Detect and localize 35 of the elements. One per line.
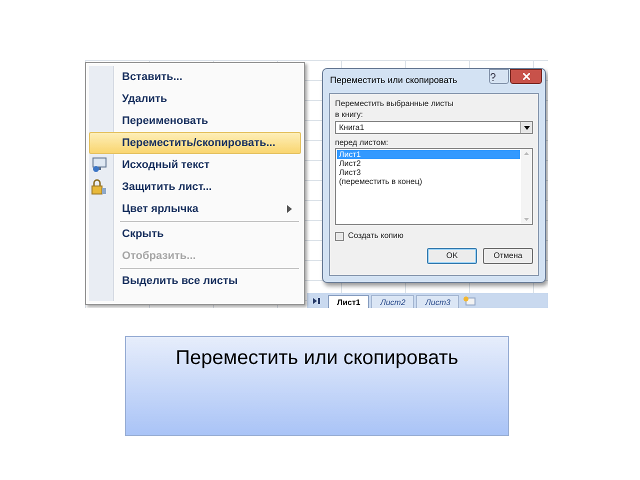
menu-item[interactable]: Выделить все листы: [89, 270, 301, 292]
menu-item[interactable]: Цвет ярлычка: [89, 198, 301, 220]
sheet-listbox[interactable]: Лист1 Лист2 Лист3 (переместить в конец): [335, 148, 533, 225]
sheet-tab[interactable]: Лист1: [328, 295, 370, 308]
menu-item[interactable]: Переименовать: [89, 110, 301, 132]
book-label: в книгу:: [335, 109, 364, 120]
menu-item[interactable]: Исходный текст: [89, 154, 301, 176]
menu-item[interactable]: Защитить лист...: [89, 176, 301, 198]
submenu-arrow-icon: [287, 205, 292, 213]
menu-item[interactable]: Удалить: [89, 88, 301, 110]
dialog-button[interactable]: OK: [427, 248, 477, 264]
list-item[interactable]: Лист3: [337, 168, 520, 177]
book-dropdown[interactable]: Книга1: [335, 121, 533, 134]
close-icon: [522, 73, 530, 80]
dialog-title: Переместить или скопировать: [330, 74, 458, 88]
list-item[interactable]: Лист2: [337, 159, 520, 168]
checkbox-label: Создать копию: [348, 230, 404, 242]
lock-icon: [91, 179, 107, 195]
list-item[interactable]: (переместить в конец): [337, 177, 520, 186]
checkbox[interactable]: [335, 232, 344, 240]
sheet-tab[interactable]: Лист2: [371, 295, 414, 308]
before-sheet-label: перед листом:: [335, 137, 390, 148]
help-button[interactable]: [489, 69, 509, 84]
menu-item[interactable]: Вставить...: [89, 66, 301, 88]
scrollbar[interactable]: [521, 149, 532, 224]
help-icon: [490, 72, 496, 80]
caption-text: Переместить или скопировать: [176, 346, 458, 371]
dropdown-arrow-icon: [524, 126, 530, 130]
dialog-button[interactable]: Отмена: [483, 248, 533, 264]
sheet-tab[interactable]: Лист3: [416, 295, 460, 308]
last-sheet-nav-icon[interactable]: [313, 298, 320, 304]
prompt-label: Переместить выбранные листы: [335, 98, 455, 109]
close-button[interactable]: [510, 69, 542, 84]
menu-item[interactable]: Переместить/скопировать...: [89, 132, 301, 154]
menu-item[interactable]: Скрыть: [89, 223, 301, 245]
